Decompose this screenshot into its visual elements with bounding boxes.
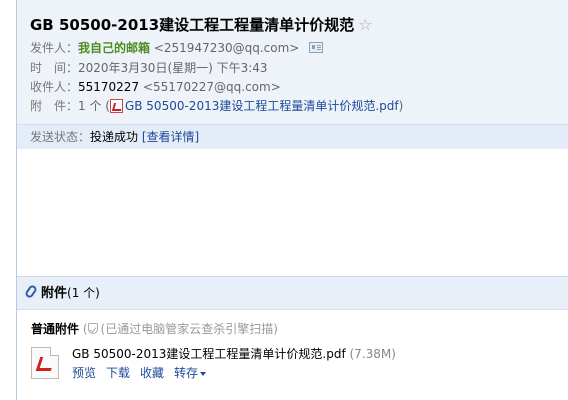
attachments-count: (1 个) (67, 286, 100, 300)
save-to-link[interactable]: 转存 (174, 366, 207, 380)
sender-label: 发件人： (30, 41, 79, 55)
status-value: 投递成功 (90, 130, 139, 144)
pdf-file-icon[interactable] (31, 347, 59, 379)
attachment-type-row: 普通附件 ((已通过电脑管家云查杀引擎扫描) (31, 320, 278, 338)
recipient-name[interactable]: 55170227 (78, 80, 139, 94)
attachment-file-name[interactable]: GB 50500-2013建设工程工程量清单计价规范.pdf (72, 347, 346, 361)
subject-text: GB 50500-2013建设工程工程量清单计价规范 (30, 16, 355, 34)
attachments-header: 附件(1 个) (17, 277, 568, 310)
preview-link[interactable]: 预览 (72, 366, 96, 380)
attachment-count: 1 个 ( (78, 99, 110, 113)
contact-card-icon[interactable] (309, 42, 324, 53)
time-row: 时 间：2020年3月30日(星期一) 下午3:43 (30, 59, 268, 77)
view-details-link[interactable]: [查看详情] (142, 130, 199, 144)
recipient-address: <55170227@qq.com> (142, 80, 281, 94)
sender-address: <251947230@qq.com> (153, 41, 300, 55)
scan-notice-text: (已通过电脑管家云查杀引擎扫描) (100, 322, 278, 336)
pdf-icon (109, 98, 123, 113)
attachment-file-size: (7.38M) (349, 347, 396, 361)
mail-subject: GB 50500-2013建设工程工程量清单计价规范 ☆ (30, 14, 372, 35)
mail-body (17, 150, 568, 276)
chevron-down-icon (200, 371, 207, 376)
scan-notice: ((已通过电脑管家云查杀引擎扫描) (82, 322, 278, 336)
attachments-title: 附件 (41, 286, 68, 301)
recipient-label: 收件人： (30, 80, 79, 94)
sender-row: 发件人：我自己的邮箱 <251947230@qq.com> (30, 39, 324, 57)
attachments-section: 附件(1 个) 普通附件 ((已通过电脑管家云查杀引擎扫描) GB 50500-… (17, 276, 568, 400)
attachment-inline-link[interactable]: GB 50500-2013建设工程工程量清单计价规范.pdf (125, 99, 399, 113)
favorite-link[interactable]: 收藏 (140, 366, 164, 380)
recipient-row: 收件人：55170227 <55170227@qq.com> (30, 78, 281, 96)
send-status-bar: 发送状态：投递成功 [查看详情] (17, 124, 568, 149)
download-link[interactable]: 下载 (106, 366, 130, 380)
attachment-row: 附 件：1 个 ( GB 50500-2013建设工程工程量清单计价规范.pdf) (30, 97, 403, 115)
time-value: 2020年3月30日(星期一) 下午3:43 (78, 61, 268, 75)
shield-check-icon (87, 323, 98, 334)
save-to-label: 转存 (174, 366, 199, 380)
status-label: 发送状态： (30, 130, 91, 144)
star-icon[interactable]: ☆ (358, 15, 372, 34)
attachment-label: 附 件： (30, 99, 79, 113)
attachment-actions: 预览 下载 收藏 转存 (72, 364, 216, 381)
attachment-close-paren: ) (398, 99, 404, 113)
sender-name[interactable]: 我自己的邮箱 (78, 41, 150, 55)
attachment-file-name-line: GB 50500-2013建设工程工程量清单计价规范.pdf (7.38M) (72, 345, 396, 362)
attachment-file-item: GB 50500-2013建设工程工程量清单计价规范.pdf (7.38M) 预… (31, 345, 561, 385)
paperclip-icon (23, 283, 39, 300)
time-label: 时 间： (30, 61, 79, 75)
attachment-type-label: 普通附件 (31, 322, 80, 336)
